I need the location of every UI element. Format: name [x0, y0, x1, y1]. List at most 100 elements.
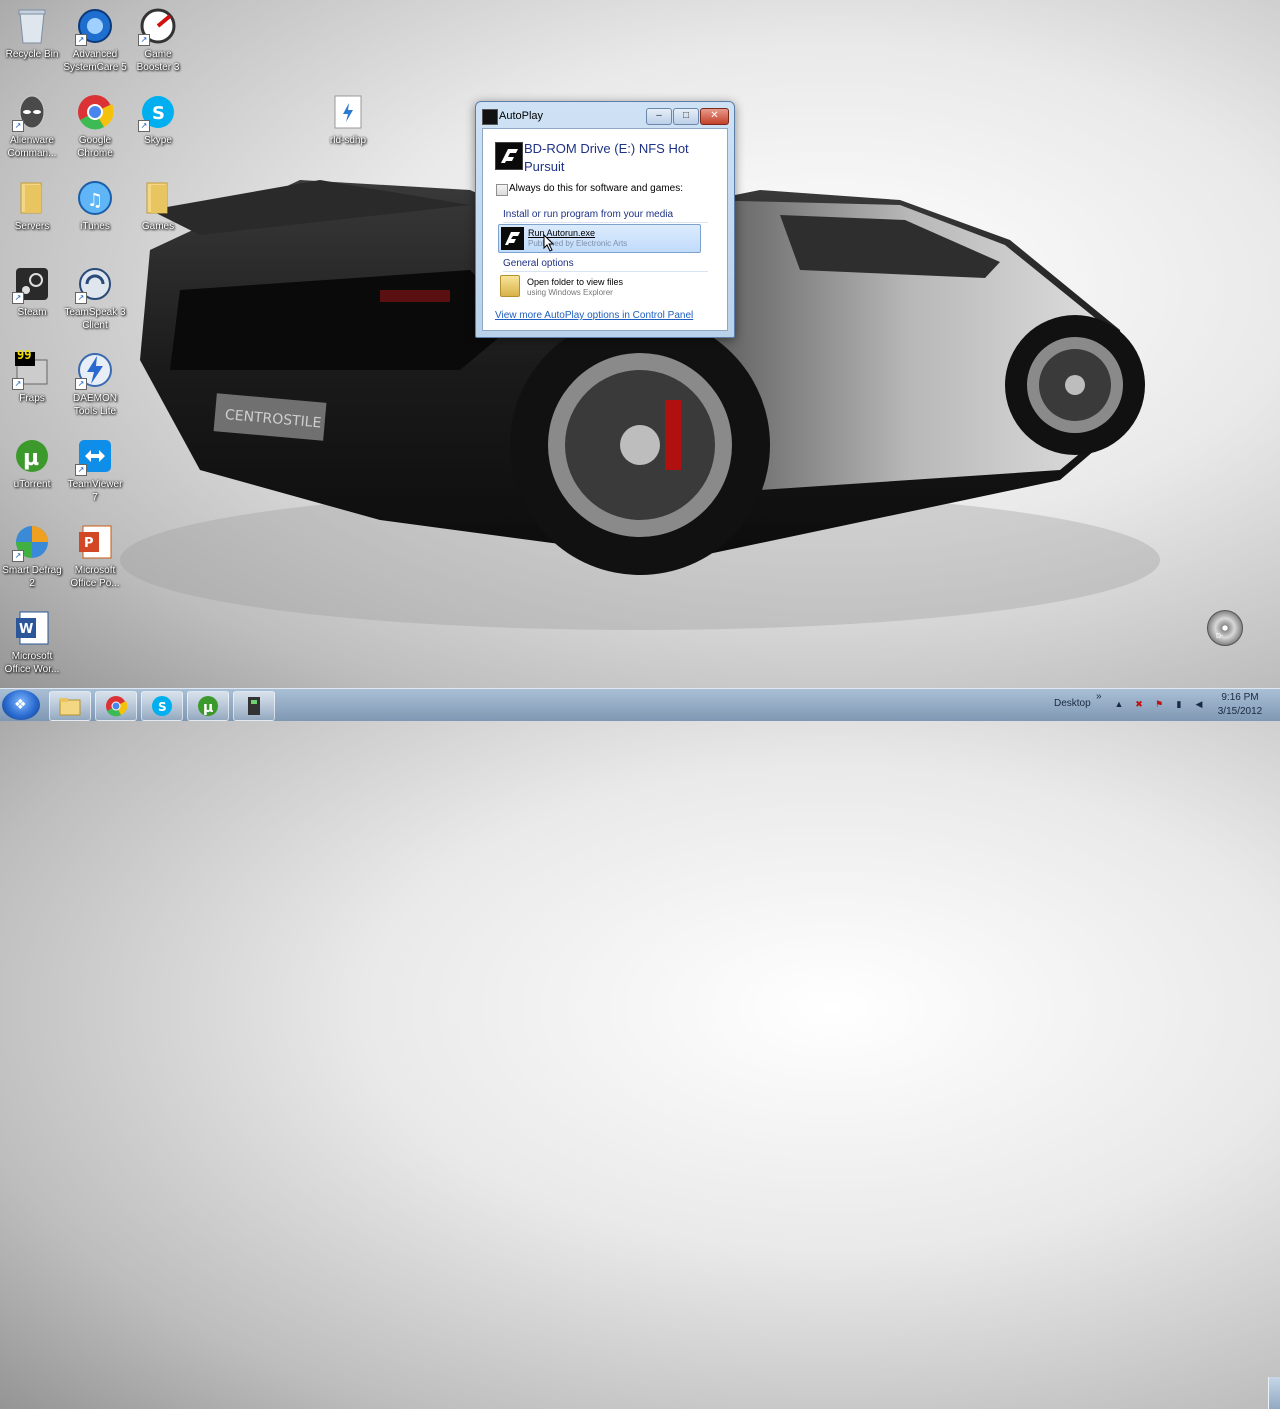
- shortcut-arrow-icon: ↗: [12, 120, 24, 132]
- desktop-icon-alienware[interactable]: ↗ Alienware Comman...: [0, 92, 64, 160]
- desktop-icon-servers[interactable]: Servers: [0, 178, 64, 233]
- desktop-icon-daemon-tools[interactable]: ↗ DAEMON Tools Lite: [63, 350, 127, 418]
- folder-icon[interactable]: [500, 275, 520, 297]
- taskbar-explorer-button[interactable]: [49, 691, 91, 721]
- desktop-icon-itunes[interactable]: ♫ iTunes: [63, 178, 127, 233]
- desktop-icon-skype[interactable]: S ↗ Skype: [126, 92, 190, 147]
- recycle-bin-icon: [12, 6, 52, 46]
- daemon-tools-icon: ↗: [75, 350, 115, 390]
- desktop-icon-steam[interactable]: ↗ Steam: [0, 264, 64, 319]
- icon-label: uTorrent: [13, 479, 51, 490]
- shortcut-arrow-icon: ↗: [75, 34, 87, 46]
- icon-label: rld-sdhp: [329, 135, 367, 146]
- folder-icon: [12, 178, 52, 218]
- desktop-icon-recycle-bin[interactable]: Recycle Bin: [0, 6, 64, 61]
- network-icon[interactable]: ▮: [1174, 699, 1184, 709]
- dvd-drive-label: D-: [1216, 633, 1224, 640]
- title-bar[interactable]: AutoPlay – □ ✕: [476, 102, 734, 128]
- icon-label: Recycle Bin: [5, 49, 59, 60]
- section-divider: [503, 222, 708, 223]
- taskbar: ❖ S µ Desktop » ▲ ✖ ⚑ ▮ ◀: [0, 688, 1280, 1409]
- autoplay-dialog: AutoPlay – □ ✕ BD-ROM Drive (E:) NFS Hot…: [475, 101, 735, 338]
- desktop-icon-game-booster[interactable]: ↗ Game Booster 3: [126, 6, 190, 74]
- alienware-icon: [243, 695, 265, 717]
- taskbar-chrome-button[interactable]: [95, 691, 137, 721]
- svg-text:µ: µ: [23, 446, 39, 471]
- icon-label: TeamViewer 7: [67, 479, 123, 503]
- desktop-icon-rld-sdhp[interactable]: rld-sdhp: [316, 92, 380, 147]
- desktop-icon-utorrent[interactable]: µ uTorrent: [0, 436, 64, 491]
- close-button[interactable]: ✕: [700, 108, 729, 125]
- desktop-icon-advanced-systemcare[interactable]: ↗ Advanced SystemCare 5: [63, 6, 127, 74]
- run-autorun-label: Run Autorun.exe: [528, 228, 596, 238]
- toolbar-chevron-icon[interactable]: »: [1096, 691, 1102, 702]
- utorrent-icon: µ: [12, 436, 52, 476]
- clock-date[interactable]: 3/15/2012: [1216, 706, 1264, 717]
- icon-label: TeamSpeak 3 Client: [64, 307, 126, 331]
- icon-label: Games: [141, 221, 175, 232]
- shortcut-arrow-icon: ↗: [75, 464, 87, 476]
- dialog-content: BD-ROM Drive (E:) NFS Hot Pursuit Always…: [482, 128, 728, 331]
- steam-icon: ↗: [12, 264, 52, 304]
- nfs-game-icon: [501, 227, 524, 250]
- icon-label: Advanced SystemCare 5: [63, 49, 127, 73]
- show-desktop-button[interactable]: [1268, 1377, 1280, 1409]
- autoplay-title-icon: [482, 109, 498, 125]
- volume-icon[interactable]: ◀: [1194, 699, 1204, 709]
- action-center-icon[interactable]: ⚑: [1154, 699, 1164, 709]
- advanced-systemcare-icon: ↗: [75, 6, 115, 46]
- minimize-button[interactable]: –: [646, 108, 672, 125]
- image-file-icon: [328, 92, 368, 132]
- general-options-header: General options: [503, 258, 574, 269]
- taskbar-alienware-button[interactable]: [233, 691, 275, 721]
- svg-text:S: S: [152, 103, 165, 124]
- desktop-icon-fraps[interactable]: 99 ↗ Fraps: [0, 348, 64, 405]
- always-do-this-label[interactable]: Always do this for software and games:: [509, 183, 683, 194]
- icon-label: Smart Defrag 2: [2, 565, 62, 589]
- icon-label: Servers: [14, 221, 50, 232]
- desktop-icon-google-chrome[interactable]: Google Chrome: [63, 92, 127, 160]
- control-panel-link[interactable]: View more AutoPlay options in Control Pa…: [495, 310, 693, 321]
- shortcut-arrow-icon: ↗: [75, 292, 87, 304]
- tray-app-icon[interactable]: ✖: [1134, 699, 1144, 709]
- icon-label: DAEMON Tools Lite: [73, 393, 117, 417]
- game-booster-icon: ↗: [138, 6, 178, 46]
- chrome-icon: [105, 695, 127, 717]
- desktop-toolbar-label[interactable]: Desktop: [1054, 698, 1091, 709]
- open-folder-option[interactable]: Open folder to view files: [527, 277, 623, 287]
- open-folder-sublabel: using Windows Explorer: [527, 288, 613, 297]
- word-icon: W: [12, 608, 52, 648]
- folder-icon: [59, 695, 81, 717]
- windows-logo-icon: ❖: [14, 696, 27, 712]
- icon-label: Microsoft Office Wor...: [4, 651, 60, 675]
- taskbar-skype-button[interactable]: S: [141, 691, 183, 721]
- shortcut-arrow-icon: ↗: [12, 378, 24, 390]
- run-autorun-option[interactable]: Run Autorun.exe Published by Electronic …: [498, 224, 701, 253]
- alienware-icon: ↗: [12, 92, 52, 132]
- desktop-icon-office-powerpoint[interactable]: P Microsoft Office Po...: [63, 522, 127, 590]
- desktop-icon-office-word[interactable]: W Microsoft Office Wor...: [0, 608, 64, 676]
- taskbar-utorrent-button[interactable]: µ: [187, 691, 229, 721]
- shortcut-arrow-icon: ↗: [138, 120, 150, 132]
- always-do-this-checkbox[interactable]: [496, 184, 508, 196]
- clock-time[interactable]: 9:16 PM: [1220, 692, 1260, 703]
- utorrent-icon: µ: [197, 695, 219, 717]
- svg-text:S: S: [158, 700, 167, 714]
- chrome-icon: [75, 92, 115, 132]
- show-hidden-icons-icon[interactable]: ▲: [1114, 699, 1124, 709]
- svg-text:♫: ♫: [87, 190, 103, 211]
- dvd-drive-icon[interactable]: D-: [1207, 610, 1243, 646]
- shortcut-arrow-icon: ↗: [75, 378, 87, 390]
- folder-icon: [138, 178, 178, 218]
- section-divider: [503, 271, 708, 272]
- desktop-icon-teamspeak[interactable]: ↗ TeamSpeak 3 Client: [63, 264, 127, 332]
- desktop-icon-smart-defrag[interactable]: ↗ Smart Defrag 2: [0, 522, 64, 590]
- icon-label: Fraps: [19, 393, 45, 404]
- icon-label: Microsoft Office Po...: [70, 565, 120, 589]
- desktop-icon-games[interactable]: Games: [126, 178, 190, 233]
- teamviewer-icon: ↗: [75, 436, 115, 476]
- maximize-button[interactable]: □: [673, 108, 699, 125]
- start-button[interactable]: ❖: [2, 690, 40, 720]
- desktop-icon-teamviewer[interactable]: ↗ TeamViewer 7: [63, 436, 127, 504]
- shortcut-arrow-icon: ↗: [12, 550, 24, 562]
